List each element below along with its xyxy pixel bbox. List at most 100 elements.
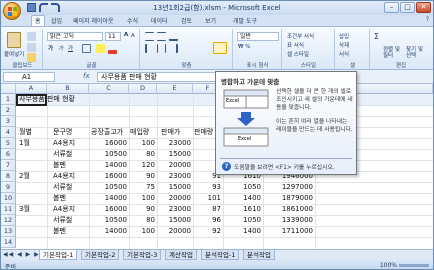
price-cell[interactable]: 10500 xyxy=(89,182,127,193)
header-cell[interactable]: 월별 xyxy=(19,127,32,138)
total-cell[interactable]: 1879000 xyxy=(263,193,313,204)
sold-qty-cell[interactable]: 87 xyxy=(193,204,221,215)
unit-cell[interactable]: 1400 xyxy=(223,226,261,237)
qty-cell[interactable]: 90 xyxy=(129,204,155,215)
sheet-tab-calc[interactable]: 계산작업 xyxy=(165,250,197,260)
item-cell[interactable]: 볼펜 xyxy=(53,193,66,204)
border-icon[interactable] xyxy=(82,44,91,53)
item-cell[interactable]: 볼펜 xyxy=(53,160,66,171)
total-cell[interactable]: 1711000 xyxy=(263,226,313,237)
paste-button[interactable]: 붙여넣기 xyxy=(4,50,24,58)
cell-style-button[interactable]: 셀 스타일 xyxy=(287,50,309,58)
qty-cell[interactable]: 80 xyxy=(129,215,155,226)
header-cell[interactable]: 문구명 xyxy=(53,127,72,138)
font-color-icon[interactable] xyxy=(108,50,117,54)
tab-home[interactable]: 홈 xyxy=(31,15,45,26)
conditional-format-button[interactable]: 조건부 서식 xyxy=(287,32,314,40)
qty-cell[interactable]: 120 xyxy=(129,160,155,171)
row-header[interactable]: 13 xyxy=(1,226,16,237)
row-header[interactable]: 7 xyxy=(1,160,16,171)
sale-price-cell[interactable]: 15000 xyxy=(157,215,191,226)
tab-data[interactable]: 데이터 xyxy=(151,16,168,25)
item-cell[interactable]: A4용지 xyxy=(53,171,75,182)
row-header[interactable]: 12 xyxy=(1,215,16,226)
sale-price-cell[interactable]: 23000 xyxy=(157,204,191,215)
item-cell[interactable]: 서류철 xyxy=(53,215,72,226)
item-cell[interactable]: 볼펜 xyxy=(53,226,66,237)
row-header[interactable]: 1 xyxy=(1,94,16,105)
paste-icon[interactable] xyxy=(7,32,21,48)
month-cell[interactable]: 2월 xyxy=(19,171,30,182)
number-format-select[interactable]: 일반 xyxy=(237,32,279,41)
copy-icon[interactable] xyxy=(27,43,36,52)
price-cell[interactable]: 16000 xyxy=(89,138,127,149)
align-bottom-icon[interactable] xyxy=(169,32,178,41)
close-button[interactable]: ✕ xyxy=(416,2,431,13)
minimize-button[interactable]: – xyxy=(384,2,399,13)
header-cell[interactable]: 판매량 xyxy=(194,127,213,138)
name-box[interactable]: A1 xyxy=(3,72,55,82)
total-cell[interactable]: 1339000 xyxy=(263,215,313,226)
sheet-tab-basic-2[interactable]: 기본작업-2 xyxy=(81,250,120,260)
row-header[interactable]: 4 xyxy=(1,127,16,138)
autosum-icon[interactable]: Σ xyxy=(374,32,379,41)
grow-font-icon[interactable]: A xyxy=(124,32,128,38)
tab-insert[interactable]: 삽입 xyxy=(51,16,62,25)
sold-qty-cell[interactable]: 93 xyxy=(193,182,221,193)
zoom-level[interactable]: 100% xyxy=(380,262,397,269)
tab-formulas[interactable]: 수식 xyxy=(127,16,138,25)
header-cell[interactable]: 판매가 xyxy=(161,127,180,138)
help-icon[interactable]: ? xyxy=(426,16,429,23)
delete-cells-button[interactable]: 삭제 xyxy=(339,41,349,49)
table-format-button[interactable]: 표 서식 xyxy=(287,41,304,49)
font-size-select[interactable]: 11 xyxy=(105,32,121,41)
month-cell[interactable]: 3월 xyxy=(19,204,30,215)
sold-qty-cell[interactable]: 96 xyxy=(193,215,221,226)
tab-view[interactable]: 보기 xyxy=(205,16,216,25)
column-header-a[interactable]: A xyxy=(16,84,47,94)
unit-cell[interactable]: 1050 xyxy=(223,215,261,226)
total-cell[interactable]: 1861000 xyxy=(263,204,313,215)
unit-cell[interactable]: 1610 xyxy=(223,204,261,215)
fx-icon[interactable]: fx xyxy=(83,72,90,80)
align-center-icon[interactable] xyxy=(157,44,166,53)
office-button[interactable] xyxy=(3,2,21,20)
item-cell[interactable]: A4용지 xyxy=(53,204,75,215)
tab-page-layout[interactable]: 페이지 레이아웃 xyxy=(73,16,114,25)
sort-filter-button[interactable]: 정렬 및 필터 xyxy=(383,47,405,59)
shrink-font-icon[interactable]: A xyxy=(131,33,135,39)
total-cell[interactable]: 1297000 xyxy=(263,182,313,193)
row-header[interactable]: 2 xyxy=(1,105,16,116)
row-header[interactable]: 3 xyxy=(1,116,16,127)
align-top-icon[interactable] xyxy=(145,32,154,41)
column-header-e[interactable]: E xyxy=(157,84,193,94)
row-header[interactable]: 6 xyxy=(1,149,16,160)
unit-cell[interactable]: 1050 xyxy=(223,182,261,193)
row-header[interactable]: 11 xyxy=(1,204,16,215)
item-cell[interactable]: 서류철 xyxy=(53,149,72,160)
font-name-select[interactable]: 맑은 고딕 xyxy=(47,32,103,41)
row-header[interactable]: 9 xyxy=(1,182,16,193)
sale-price-cell[interactable]: 23000 xyxy=(157,171,191,182)
row-header[interactable]: 8 xyxy=(1,171,16,182)
qty-cell[interactable]: 100 xyxy=(129,193,155,204)
qty-cell[interactable]: 100 xyxy=(129,138,155,149)
row-header[interactable]: 5 xyxy=(1,138,16,149)
header-cell[interactable]: 매입량 xyxy=(130,127,149,138)
currency-icon[interactable]: ₩ % xyxy=(238,44,250,50)
sheet-tab-basic-1[interactable]: 기본작업-1 xyxy=(39,250,78,260)
row-header[interactable]: 14 xyxy=(1,237,16,248)
unit-cell[interactable]: 1400 xyxy=(223,193,261,204)
insert-cells-button[interactable]: 삽입 xyxy=(339,32,349,40)
fill-color-icon[interactable] xyxy=(96,44,105,53)
column-header-c[interactable]: C xyxy=(89,84,129,94)
underline-icon[interactable]: 가 xyxy=(68,44,73,52)
bold-icon[interactable]: 가 xyxy=(48,44,53,52)
column-header-d[interactable]: D xyxy=(129,84,157,94)
qty-cell[interactable]: 100 xyxy=(129,226,155,237)
sale-price-cell[interactable]: 15000 xyxy=(157,182,191,193)
format-cells-button[interactable]: 서식 xyxy=(339,50,349,58)
qty-cell[interactable]: 75 xyxy=(129,182,155,193)
header-cell[interactable]: 공장출고가 xyxy=(91,127,123,138)
column-header-b[interactable]: B xyxy=(47,84,89,94)
